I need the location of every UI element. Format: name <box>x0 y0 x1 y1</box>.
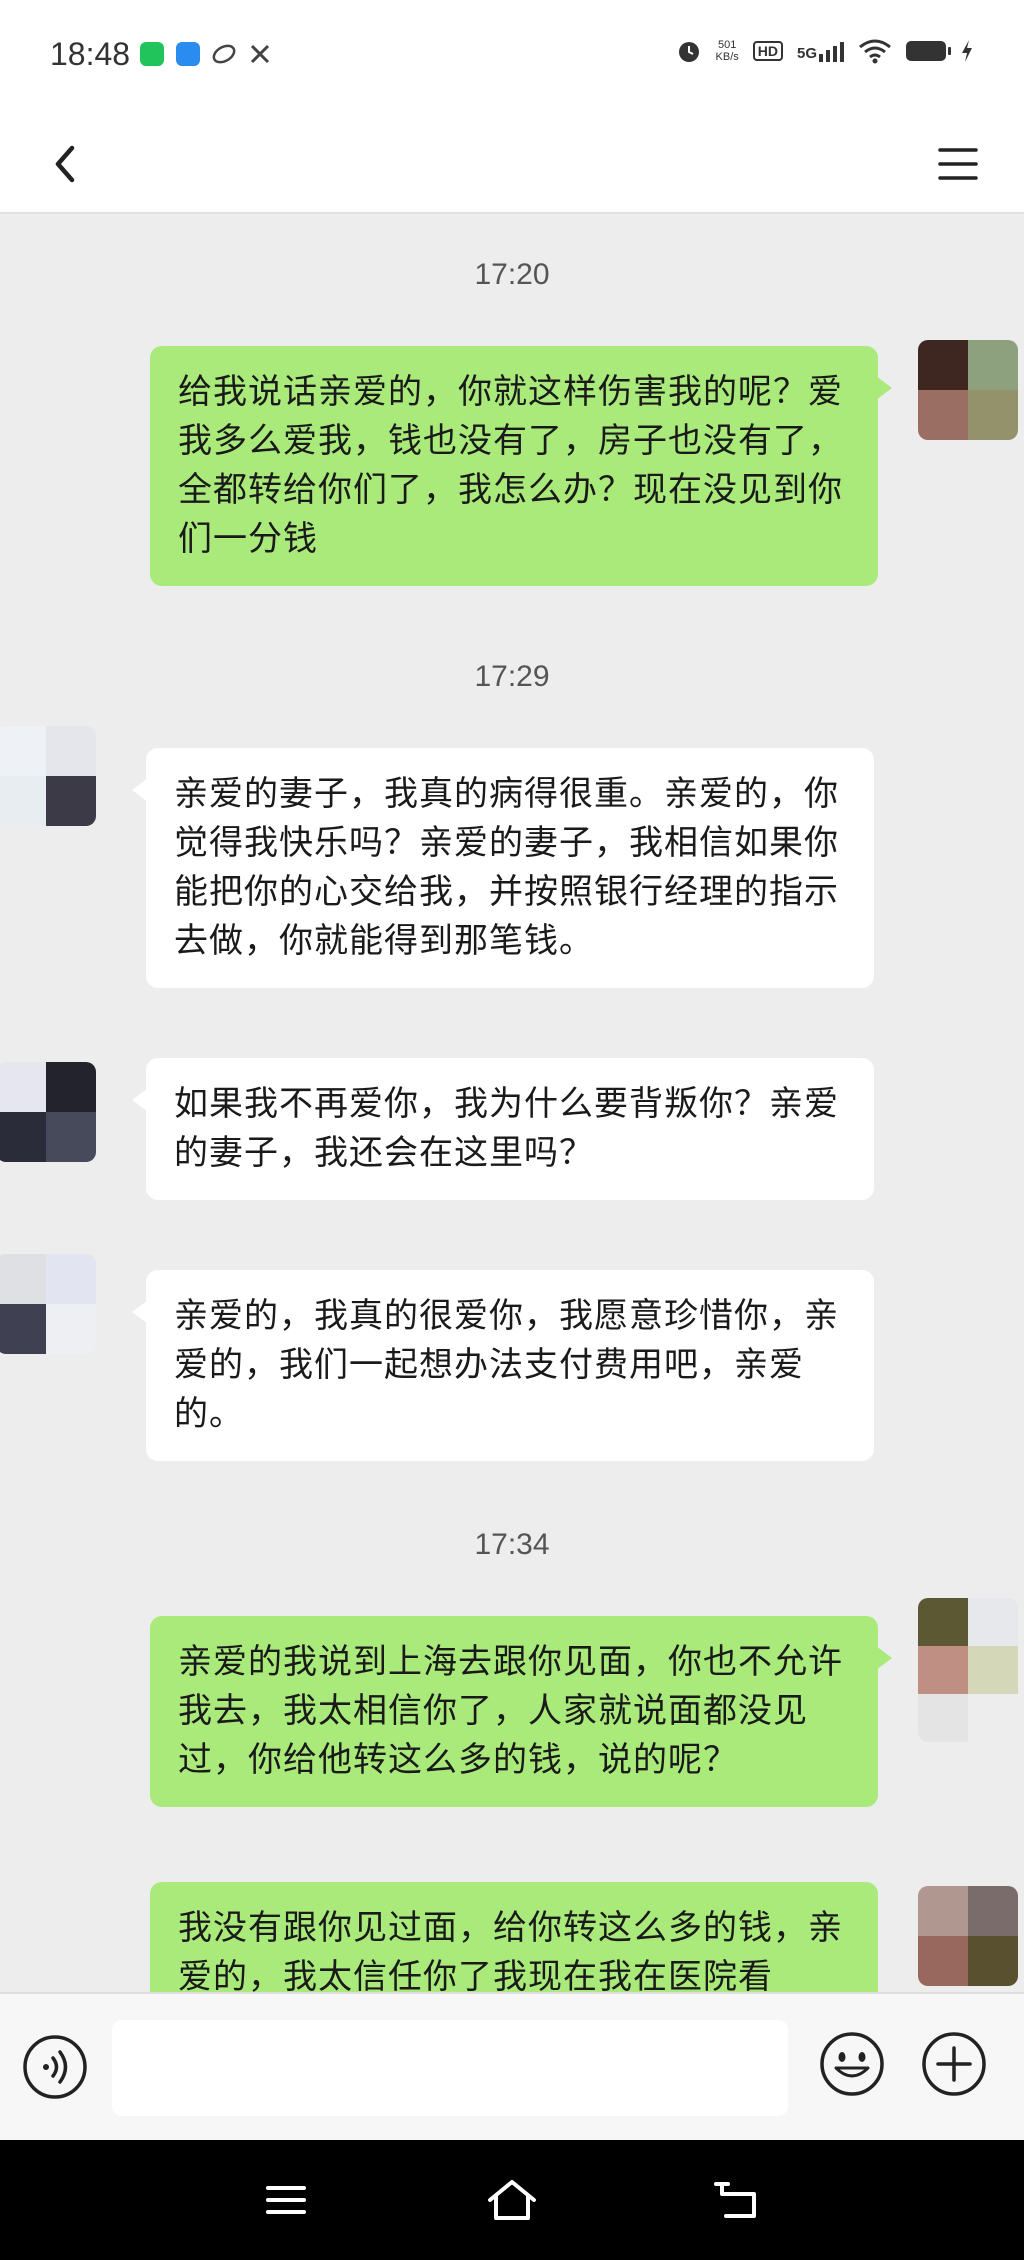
message-list[interactable]: 17:20 给我说话亲爱的，你就这样伤害我的呢？爱我多么爱我，钱也没有了，房子也… <box>0 214 1024 1992</box>
timestamp: 17:20 <box>474 258 550 291</box>
emoji-icon[interactable] <box>818 2030 886 2098</box>
input-bar <box>0 1992 1024 2140</box>
alarm-icon <box>678 42 699 62</box>
green-app-icon <box>140 42 164 66</box>
battery-icon <box>906 41 951 61</box>
message-bubble-sent[interactable]: 亲爱的我说到上海去跟你见面，你也不允许我去，我太相信你了，人家就说面都没见过，你… <box>150 1616 892 1807</box>
navigation-bar <box>0 2140 1024 2260</box>
recents-menu-icon[interactable] <box>256 2174 316 2226</box>
chat-screen: 18:48 501 KB/s HD 5G 17:20 给我说话亲爱的，你就这样伤… <box>0 0 1024 2260</box>
message-bubble-sent[interactable]: 给我说话亲爱的，你就这样伤害我的呢？爱我多么爱我，钱也没有了，房子也没有了，全都… <box>150 346 892 586</box>
leaf-app-icon <box>212 44 236 64</box>
message-input[interactable] <box>112 2020 788 2116</box>
signal-icon: 5G <box>797 40 844 62</box>
status-bar: 18:48 501 KB/s HD 5G <box>0 0 1024 112</box>
message-bubble-received[interactable]: 亲爱的妻子，我真的病得很重。亲爱的，你觉得我快乐吗？亲爱的妻子，我相信如果你能把… <box>132 748 874 988</box>
my-avatar[interactable] <box>918 1886 1018 1986</box>
net-speed-unit: KB/s <box>715 51 739 63</box>
message-bubble-received[interactable]: 亲爱的，我真的很爱你，我愿意珍惜你，亲爱的，我们一起想办法支付费用吧，亲爱的。 <box>132 1270 874 1461</box>
message-bubble-received[interactable]: 如果我不再爱你，我为什么要背叛你？亲爱的妻子，我还会在这里吗？ <box>132 1058 874 1200</box>
wifi-icon <box>859 39 891 64</box>
home-icon[interactable] <box>482 2174 542 2226</box>
hd-icon: HD <box>752 41 783 61</box>
status-time: 18:48 <box>50 36 131 72</box>
blue-app-icon <box>176 42 200 66</box>
charging-icon <box>962 40 972 62</box>
plus-icon[interactable] <box>920 2030 988 2098</box>
back-arrow-icon[interactable] <box>42 134 102 194</box>
my-avatar[interactable] <box>918 1598 1018 1742</box>
title-bar <box>0 112 1024 214</box>
timestamp: 17:34 <box>474 1528 550 1561</box>
notification-icons <box>140 42 272 66</box>
menu-icon[interactable] <box>928 134 988 194</box>
contact-avatar[interactable] <box>0 1254 96 1354</box>
contact-avatar[interactable] <box>0 1062 96 1162</box>
voice-icon[interactable] <box>22 2034 88 2100</box>
network-speed: 501 KB/s <box>716 39 739 63</box>
net-speed-value: 501 <box>717 39 737 51</box>
back-icon[interactable] <box>708 2174 768 2226</box>
system-status: 501 KB/s HD 5G <box>676 38 974 64</box>
message-bubble-sent[interactable]: 我没有跟你见过面，给你转这么多的钱，亲爱的，我太信任你了我现在我在医院看 <box>150 1882 878 1992</box>
tools-icon <box>250 44 270 64</box>
network-type: 5G <box>796 45 817 62</box>
contact-avatar[interactable] <box>0 726 96 826</box>
timestamp: 17:29 <box>474 660 550 693</box>
my-avatar[interactable] <box>918 340 1018 440</box>
